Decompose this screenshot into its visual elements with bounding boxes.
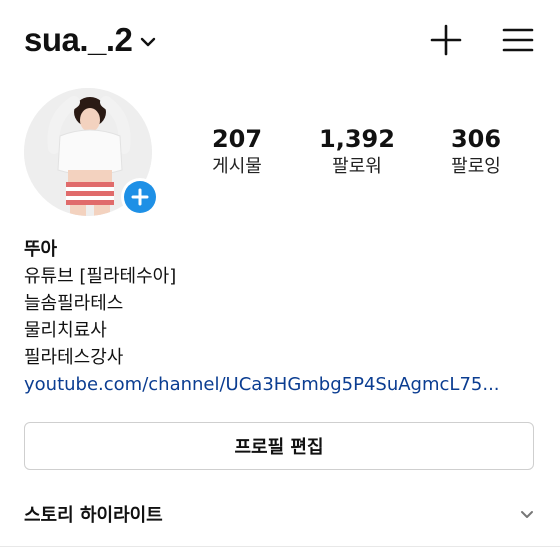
highlights-label: 스토리 하이라이트	[24, 505, 163, 526]
plus-icon[interactable]	[428, 22, 464, 58]
bio-line: 늘솜필라테스	[24, 293, 124, 314]
hamburger-menu-icon[interactable]	[500, 22, 536, 58]
bio-link[interactable]: youtube.com/channel/UCa3HGmbg5P4SuAgmcL7…	[24, 371, 544, 398]
stat-label: 팔로워	[332, 156, 382, 177]
stat-label: 게시물	[212, 156, 262, 177]
bio-line: 물리치료사	[24, 320, 107, 341]
posts-count[interactable]: 207 게시물	[182, 124, 292, 180]
stat-value: 1,392	[319, 125, 395, 153]
display-name: 뚜아	[24, 239, 58, 260]
edit-profile-button[interactable]: 프로필 편집	[24, 422, 534, 470]
plus-circle-icon	[124, 181, 156, 213]
bio-line: 유튜브 [필라테수아]	[24, 266, 177, 287]
bio-line: 필라테스강사	[24, 347, 124, 368]
divider	[0, 546, 560, 547]
stat-value: 306	[450, 125, 502, 153]
account-switcher[interactable]: sua._.2	[24, 20, 158, 60]
stat-value: 207	[211, 125, 263, 153]
following-count[interactable]: 306 팔로잉	[421, 124, 531, 180]
story-highlights-toggle[interactable]: 스토리 하이라이트	[24, 496, 536, 532]
stat-label: 팔로잉	[451, 156, 501, 177]
followers-count[interactable]: 1,392 팔로워	[302, 124, 412, 180]
chevron-down-icon	[141, 37, 156, 47]
profile-header: sua._.2	[0, 0, 560, 82]
username: sua._.2	[24, 21, 133, 58]
profile-bio: 뚜아 유튜브 [필라테수아] 늘솜필라테스 물리치료사 필라테스강사 youtu…	[24, 236, 544, 398]
chevron-down-icon	[521, 511, 533, 518]
add-story-button[interactable]	[121, 178, 159, 216]
